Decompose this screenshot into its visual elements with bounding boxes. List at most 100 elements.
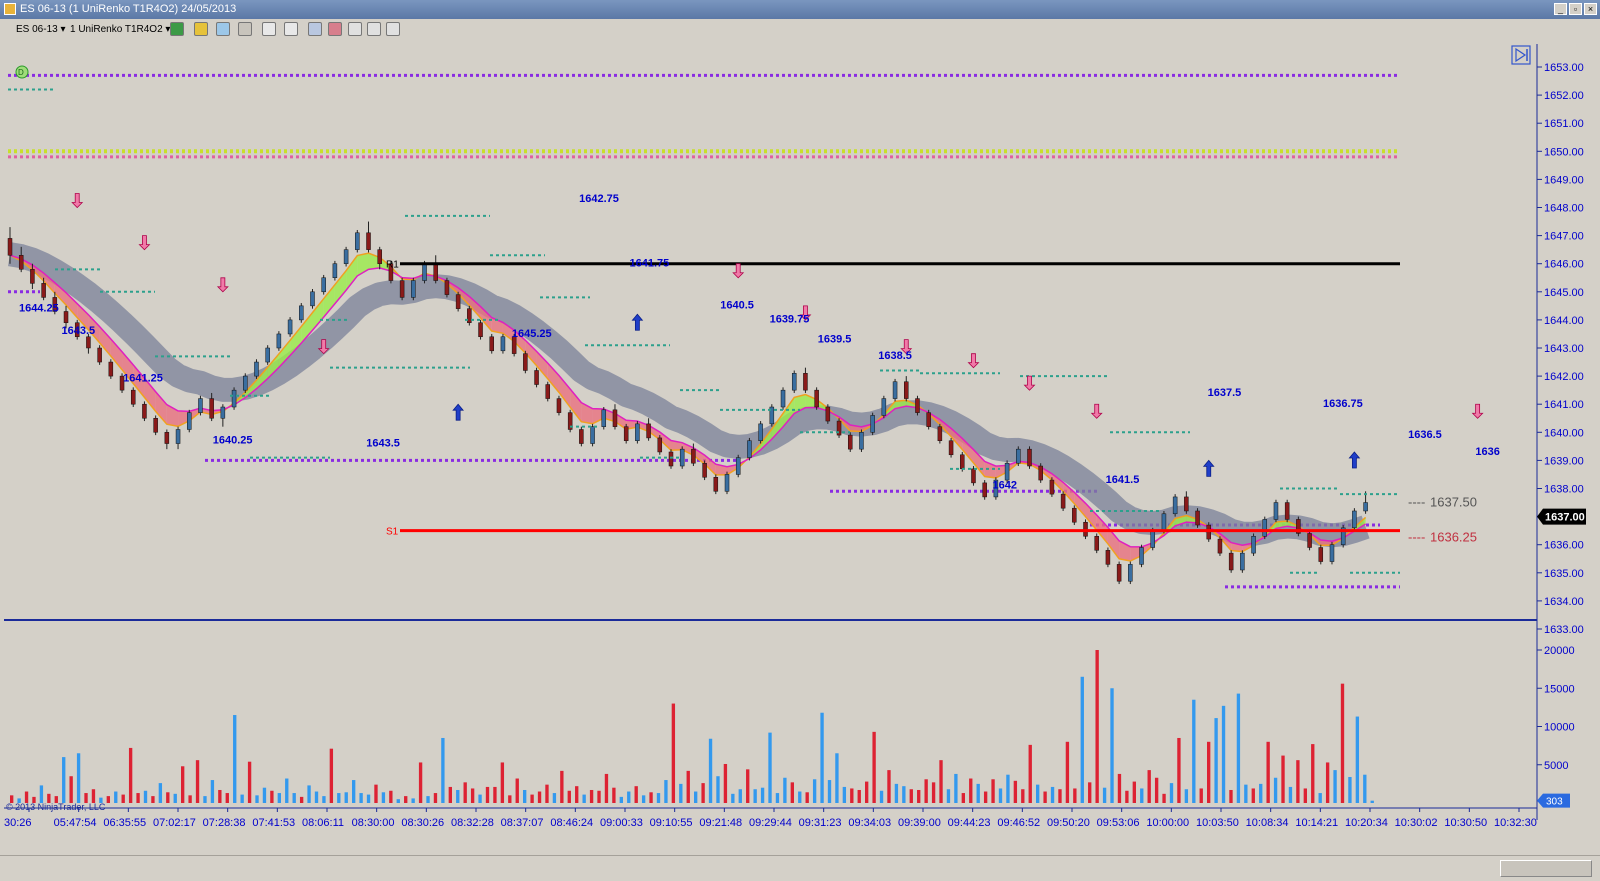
restore-button[interactable]: ▫ — [1569, 3, 1582, 15]
down-candle — [825, 406, 831, 422]
down-candle — [657, 437, 663, 453]
price-tick-label: 1651.00 — [1544, 118, 1584, 130]
down-candle — [982, 482, 987, 498]
down-candle — [847, 434, 853, 450]
volume-bar — [166, 792, 170, 803]
minimize-button[interactable]: _ — [1554, 3, 1567, 15]
up-candle — [590, 426, 595, 444]
scrollbar-thumb[interactable] — [1500, 860, 1592, 877]
volume-bar — [255, 795, 259, 803]
volume-bar — [679, 783, 683, 803]
volume-bar — [1199, 788, 1203, 803]
volume-bar — [262, 787, 267, 803]
volume-bar — [344, 792, 348, 803]
down-candle — [444, 280, 450, 295]
x-tick-label: 08:46:24 — [550, 817, 593, 829]
volume-bar — [1162, 793, 1166, 803]
chart-toolbar: ES 06-13 ▾ 1 UniRenko T1R4O2 ▾ — [0, 19, 1600, 41]
up-candle — [321, 277, 326, 293]
volume-bar — [842, 786, 847, 803]
swing-price-label: 1637.5 — [1208, 387, 1242, 399]
up-candle — [1172, 496, 1178, 515]
volume-bar — [760, 787, 765, 803]
crosshair-icon[interactable] — [262, 22, 276, 36]
volume-bar — [1281, 755, 1285, 803]
volume-bar — [1355, 716, 1360, 803]
properties-icon[interactable] — [328, 22, 342, 36]
chart-style-icon[interactable] — [170, 22, 184, 36]
volume-bar — [470, 788, 475, 803]
swing-price-label: 1638.5 — [878, 350, 912, 362]
up-candle — [500, 336, 506, 352]
data-box-icon[interactable] — [308, 22, 322, 36]
bar-type-selector[interactable]: 1 UniRenko T1R4O2 ▾ — [70, 22, 170, 37]
price-tick-label: 1650.00 — [1544, 146, 1584, 158]
swing-price-label: 1639.5 — [818, 333, 852, 345]
zoom-icon[interactable] — [284, 22, 298, 36]
down-candle — [1228, 552, 1234, 571]
x-tick-label: 09:46:52 — [997, 817, 1040, 829]
volume-bar — [1333, 770, 1337, 803]
volume-bar — [1095, 650, 1099, 803]
price-tick-label: 1640.00 — [1544, 427, 1584, 439]
down-candle — [926, 412, 931, 427]
swing-price-label: 1640.25 — [213, 435, 253, 447]
up-candle — [299, 305, 304, 321]
swing-price-label: 1641.25 — [123, 373, 163, 385]
volume-bar — [664, 780, 668, 803]
up-candle — [1240, 552, 1245, 571]
volume-bar — [322, 796, 326, 803]
volume-bar — [686, 770, 690, 803]
volume-bar — [1288, 786, 1293, 803]
down-candle — [377, 249, 382, 264]
price-tick-label: 1641.00 — [1544, 399, 1584, 411]
volume-bar — [188, 795, 192, 803]
close-button[interactable]: × — [1584, 3, 1597, 15]
volume-bar — [285, 778, 289, 803]
indicator-icon[interactable] — [216, 22, 230, 36]
volume-bar — [812, 779, 817, 803]
swing-price-label: 1644.25 — [19, 302, 59, 314]
down-candle — [1116, 564, 1122, 582]
volume-bar — [827, 780, 832, 803]
volume-bar — [612, 787, 616, 803]
x-tick-label: 09:21:48 — [699, 817, 742, 829]
up-candle — [1150, 530, 1155, 548]
down-candle — [960, 454, 965, 470]
volume-bar — [1140, 788, 1144, 803]
down-candle — [97, 347, 102, 363]
up-candle — [635, 423, 640, 441]
instrument-selector[interactable]: ES 06-13 ▾ — [16, 22, 66, 37]
window-linking-icon[interactable] — [386, 22, 400, 36]
svg-text:D: D — [18, 68, 24, 77]
down-candle — [702, 462, 707, 478]
down-candle — [1318, 547, 1324, 562]
snapshot-icon[interactable] — [348, 22, 362, 36]
volume-bar — [1043, 791, 1047, 803]
price-marker-label: ---- — [1408, 495, 1425, 510]
x-tick-label: 09:00:33 — [600, 817, 643, 829]
volume-bar — [738, 789, 742, 803]
up-candle — [276, 333, 282, 349]
volume-bar — [210, 780, 215, 803]
volume-bar — [1036, 784, 1040, 803]
volume-bar — [277, 793, 281, 803]
volume-bar — [337, 793, 341, 803]
up-candle — [1016, 448, 1021, 464]
volume-bar — [723, 763, 728, 803]
drawing-tool-icon[interactable] — [194, 22, 208, 36]
volume-bar — [240, 794, 244, 803]
volume-bar — [976, 783, 980, 803]
down-candle — [534, 370, 539, 385]
volume-bar — [1296, 760, 1300, 803]
horizontal-scrollbar[interactable] — [0, 855, 1600, 881]
up-candle — [724, 474, 730, 492]
volume-bar — [411, 798, 415, 803]
strategy-icon[interactable] — [238, 22, 252, 36]
volume-bar — [314, 791, 319, 803]
volume-bar — [128, 747, 133, 803]
down-candle — [803, 373, 808, 391]
volume-bar — [1088, 782, 1092, 803]
print-icon[interactable] — [367, 22, 381, 36]
chart-canvas[interactable]: 1653.00 1652.00 1651.00 1650.00 1649.00 1648.… — [0, 40, 1600, 855]
